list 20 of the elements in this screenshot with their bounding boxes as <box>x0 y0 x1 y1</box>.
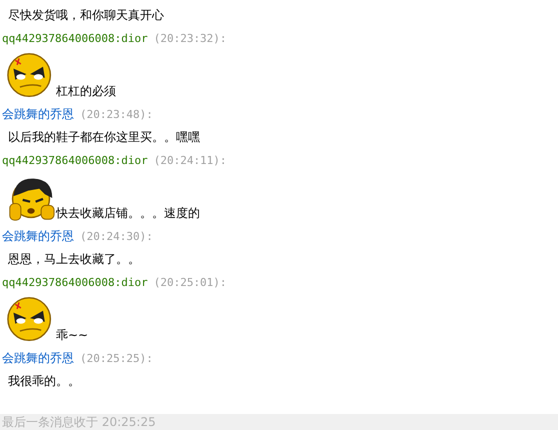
message-text: 乖~~ <box>56 327 88 344</box>
message-text: 以后我的鞋子都在你这里买。。嘿嘿 <box>8 128 200 146</box>
sender-name: 会跳舞的乔恩 <box>2 228 74 244</box>
timestamp: (20:24:30): <box>80 230 153 242</box>
timestamp: (20:23:48): <box>80 108 153 120</box>
message-text: 我很乖的。。 <box>8 372 80 390</box>
message-text: 恩恩，马上去收藏了。。 <box>8 250 140 268</box>
message-text: 快去收藏店铺。。。速度的 <box>56 205 200 222</box>
sender-name: 会跳舞的乔恩 <box>2 106 74 122</box>
sender-name: qq442937864006008:dior <box>2 276 148 288</box>
sender-name: qq442937864006008:dior <box>2 154 148 166</box>
timestamp: (20:25:01): <box>154 276 227 288</box>
sender-name: qq442937864006008:dior <box>2 32 148 44</box>
timestamp: (20:25:25): <box>80 352 153 364</box>
status-text: 最后一条消息收于 20:25:25 <box>0 414 558 430</box>
message-text: 杠杠的必须 <box>56 83 116 100</box>
timestamp: (20:23:32): <box>154 32 227 44</box>
message-text: 尽快发货哦，和你聊天真开心 <box>8 6 164 24</box>
timestamp: (20:24:11): <box>154 154 227 166</box>
sender-name: 会跳舞的乔恩 <box>2 350 74 366</box>
